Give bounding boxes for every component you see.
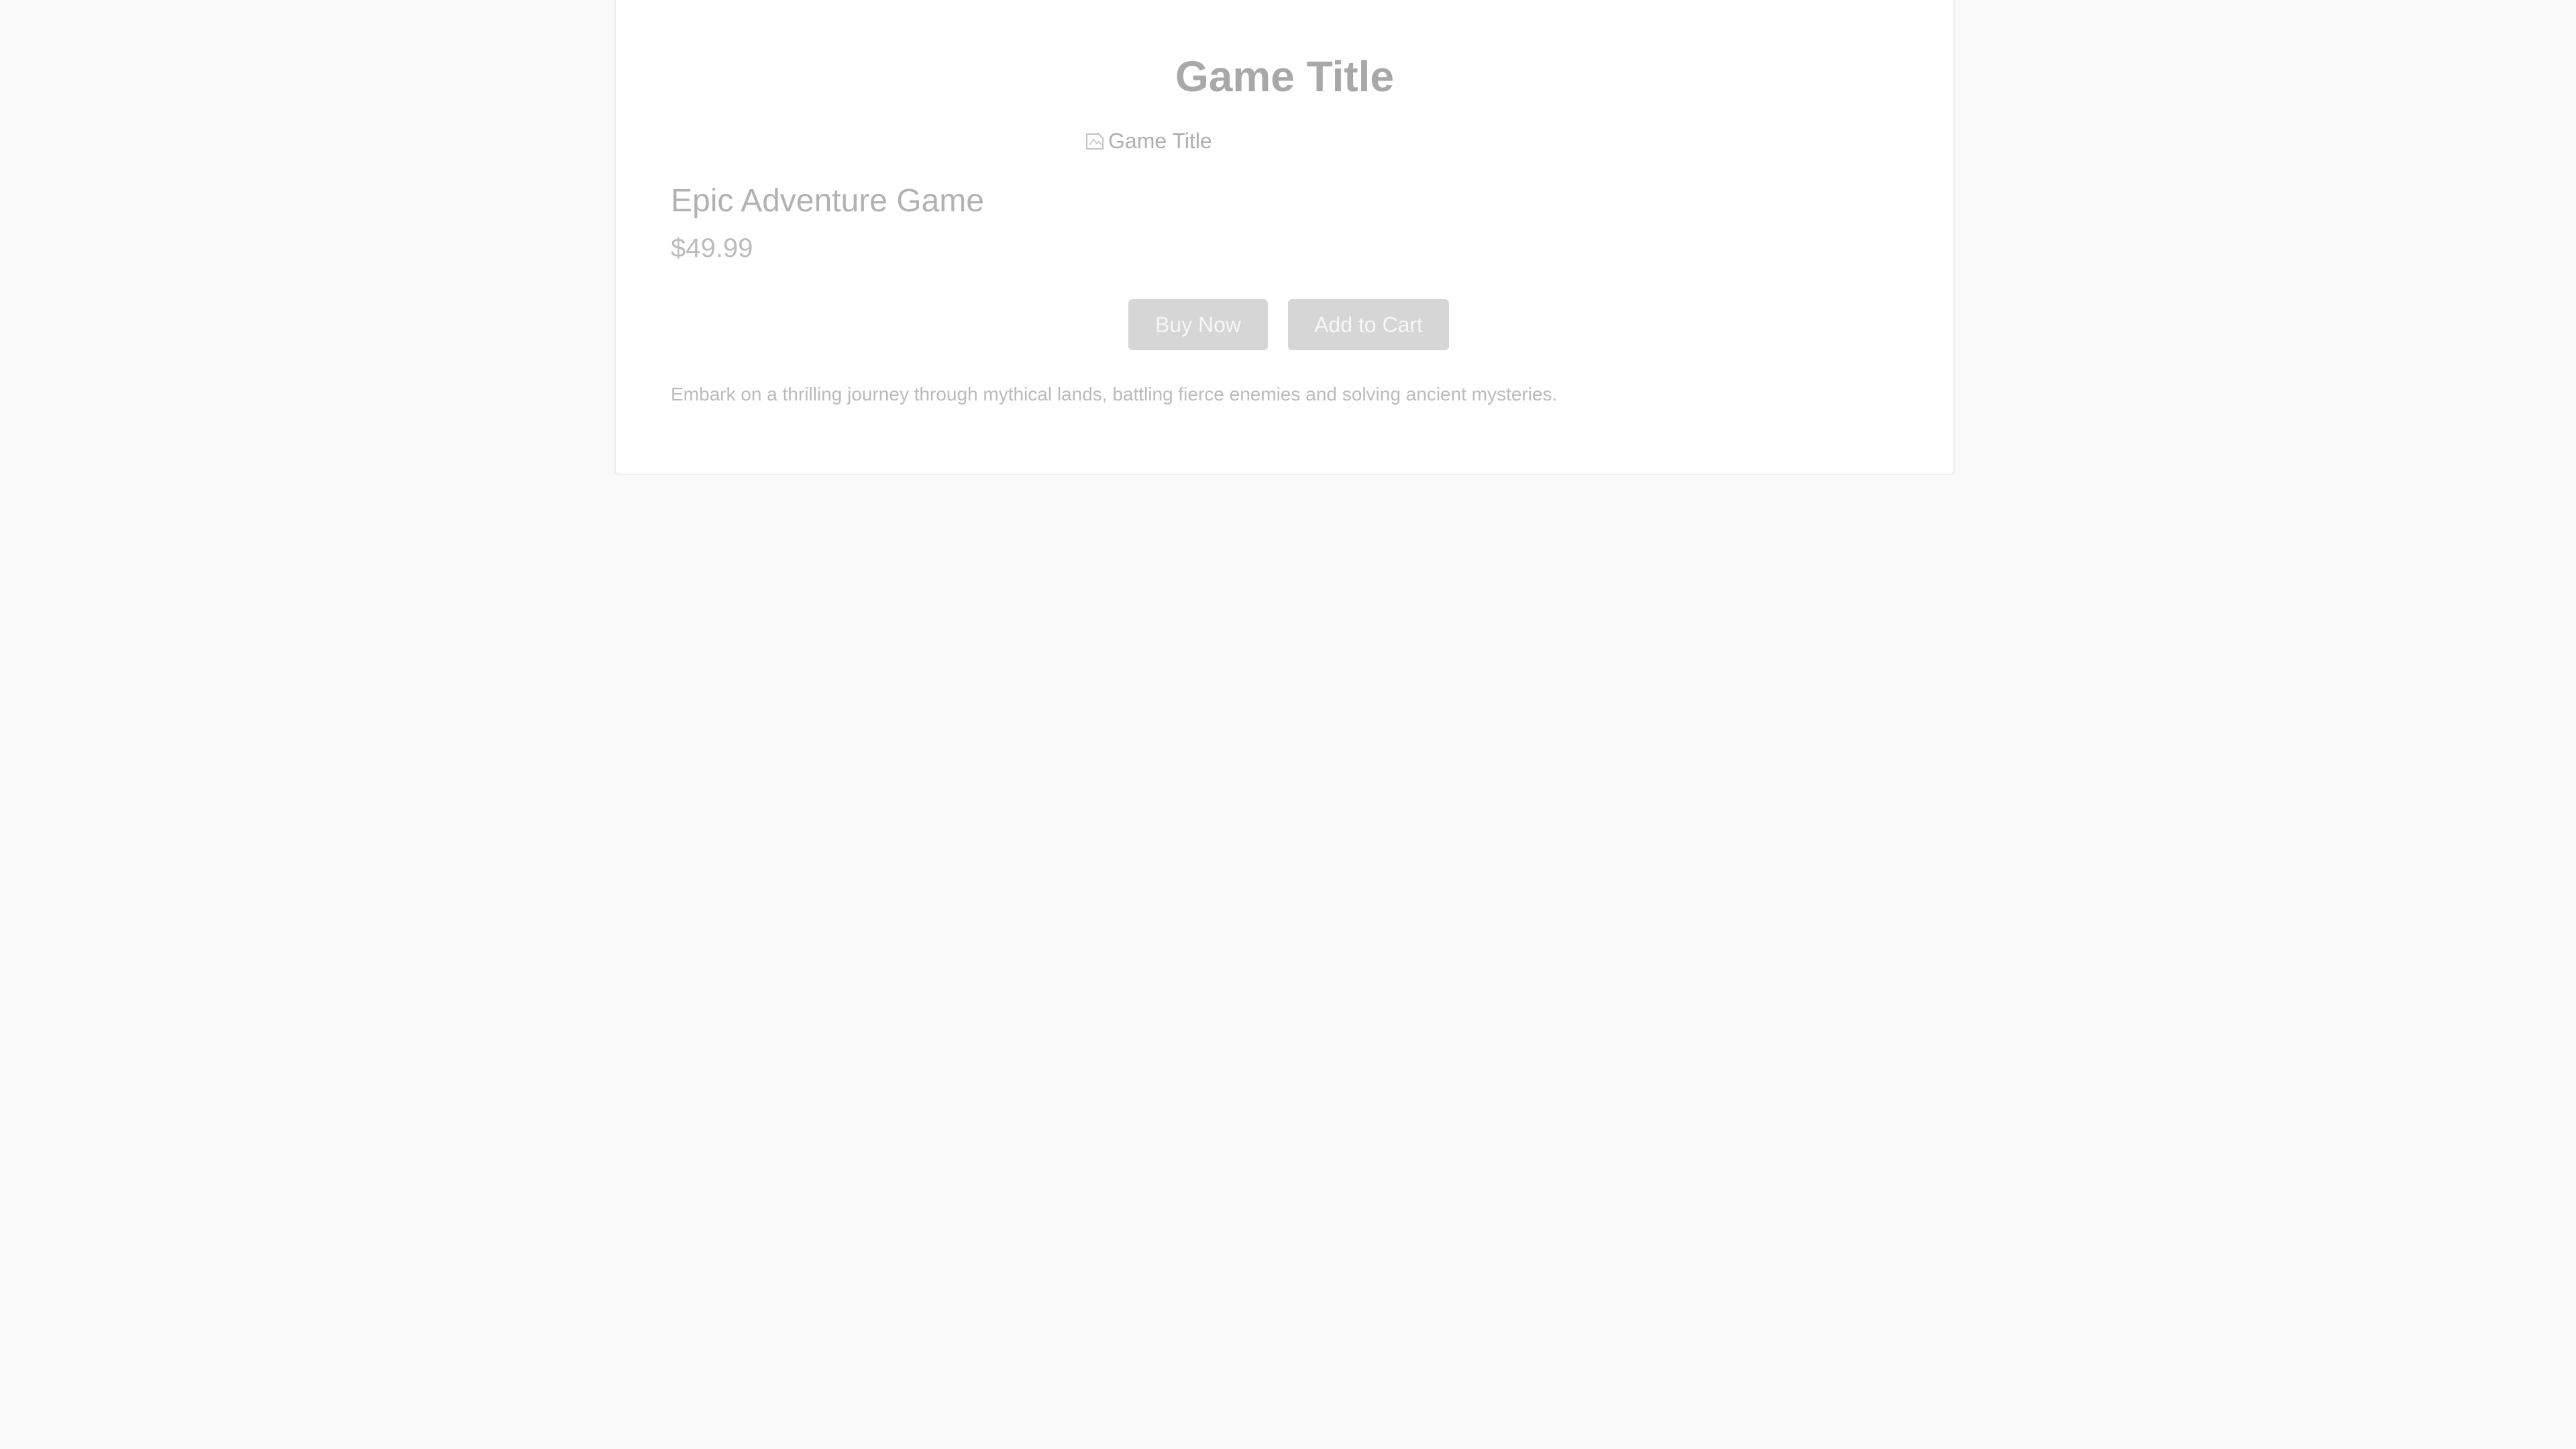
product-price: $49.99 [671,233,753,263]
product-name: Epic Adventure Game [671,183,984,219]
page-title: Game Title [1175,52,1395,101]
game-image-alt-text: Game Title [1108,129,1212,153]
action-buttons: Buy Now Add to Cart [1128,299,1449,350]
product-description: Embark on a thrilling journey through my… [671,384,1558,405]
broken-image-icon [1084,130,1107,153]
add-to-cart-button[interactable]: Add to Cart [1288,299,1449,350]
product-card: Game Title Game Title Epic Adventure Gam… [614,0,1955,475]
buy-now-button[interactable]: Buy Now [1128,299,1268,350]
game-image: Game Title [1084,129,1212,154]
